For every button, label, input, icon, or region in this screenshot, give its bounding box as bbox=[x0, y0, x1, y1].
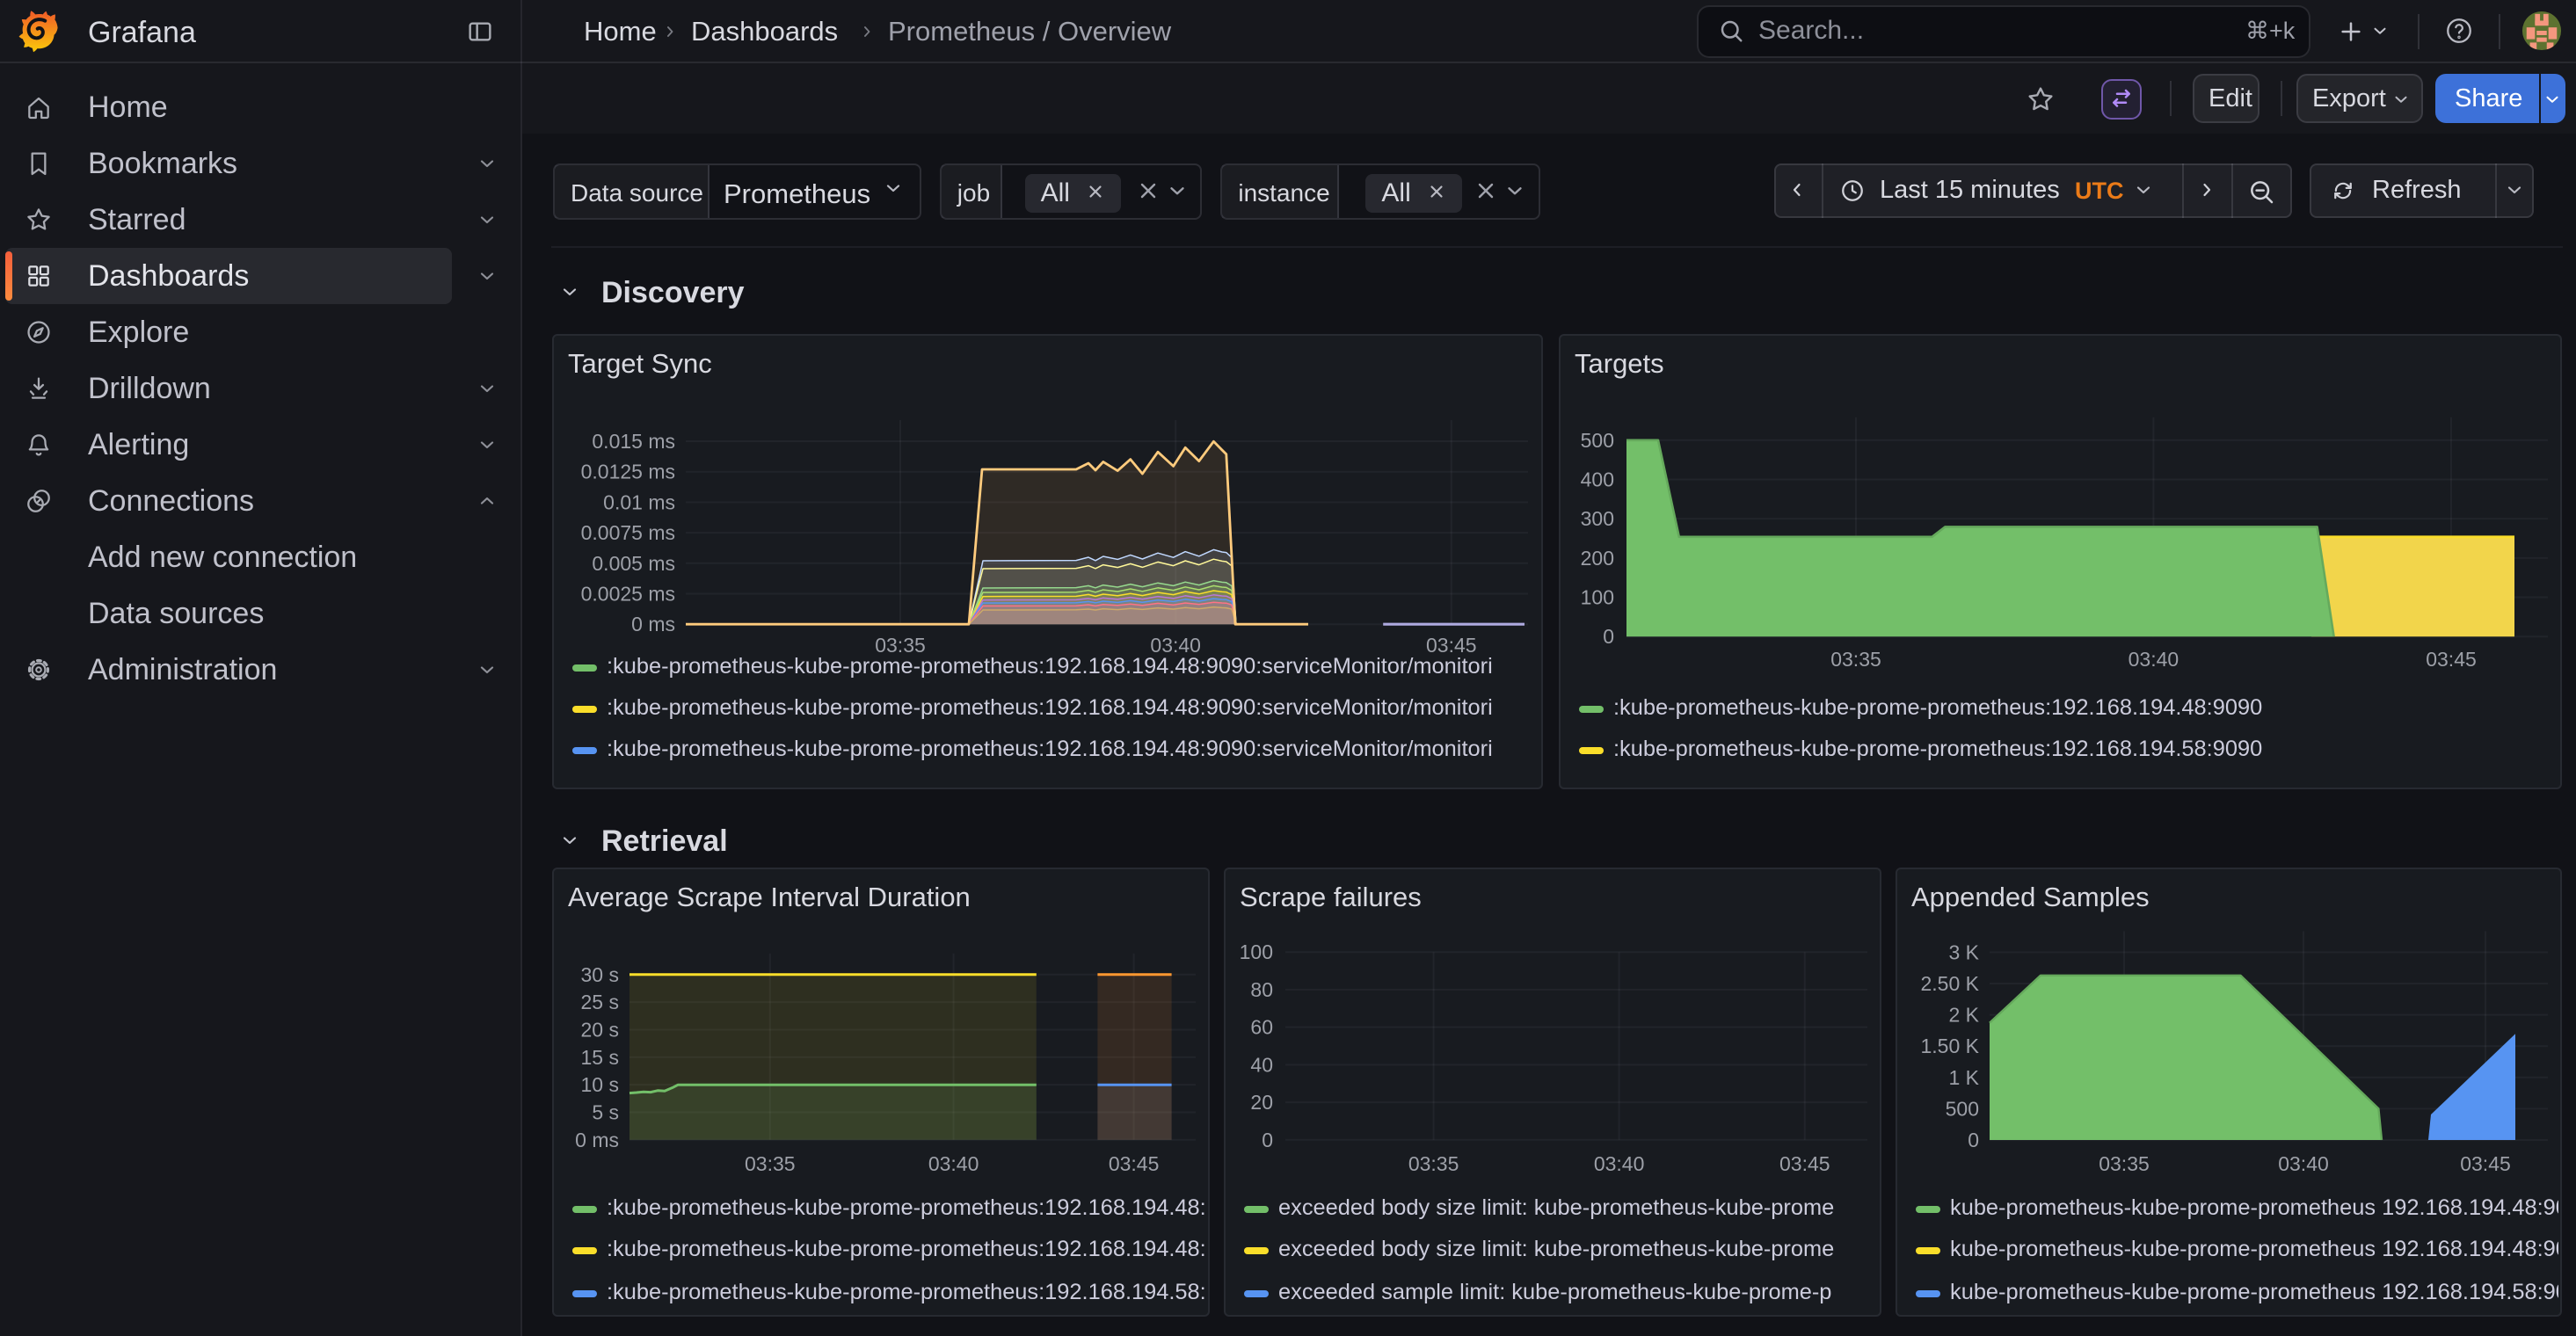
svg-text:60: 60 bbox=[1250, 1016, 1273, 1039]
svg-text:20: 20 bbox=[1250, 1091, 1273, 1114]
svg-text:1.50 K: 1.50 K bbox=[1921, 1035, 1980, 1057]
svg-text:0: 0 bbox=[1262, 1129, 1273, 1151]
svg-text:15 s: 15 s bbox=[581, 1046, 619, 1069]
svg-text:03:35: 03:35 bbox=[875, 634, 926, 657]
svg-text:0.01 ms: 0.01 ms bbox=[603, 490, 675, 513]
svg-text:03:45: 03:45 bbox=[1779, 1152, 1830, 1175]
svg-text:0: 0 bbox=[1968, 1129, 1979, 1151]
svg-text:03:45: 03:45 bbox=[2426, 648, 2477, 671]
svg-text:0 ms: 0 ms bbox=[575, 1129, 619, 1151]
svg-text:30 s: 30 s bbox=[581, 963, 619, 986]
svg-text:03:45: 03:45 bbox=[1109, 1152, 1160, 1175]
svg-text:03:40: 03:40 bbox=[2128, 648, 2179, 671]
svg-text:0.0075 ms: 0.0075 ms bbox=[581, 521, 675, 544]
svg-text:5 s: 5 s bbox=[592, 1100, 619, 1123]
svg-text:25 s: 25 s bbox=[581, 991, 619, 1013]
svg-text:3 K: 3 K bbox=[1948, 940, 1979, 963]
svg-text:03:40: 03:40 bbox=[2278, 1152, 2329, 1175]
svg-text:0 ms: 0 ms bbox=[631, 613, 675, 635]
svg-text:2.50 K: 2.50 K bbox=[1921, 972, 1980, 995]
svg-text:03:40: 03:40 bbox=[1150, 634, 1201, 657]
svg-text:2 K: 2 K bbox=[1948, 1004, 1979, 1027]
svg-text:03:40: 03:40 bbox=[1594, 1152, 1645, 1175]
svg-text:0.005 ms: 0.005 ms bbox=[592, 552, 675, 575]
svg-text:03:40: 03:40 bbox=[928, 1152, 979, 1175]
svg-text:0.0125 ms: 0.0125 ms bbox=[581, 461, 675, 483]
svg-text:0: 0 bbox=[1603, 625, 1614, 648]
svg-text:1 K: 1 K bbox=[1948, 1066, 1979, 1089]
svg-text:03:45: 03:45 bbox=[1426, 634, 1477, 657]
svg-text:100: 100 bbox=[1240, 940, 1273, 963]
svg-text:0.0025 ms: 0.0025 ms bbox=[581, 583, 675, 606]
svg-text:500: 500 bbox=[1581, 429, 1614, 452]
svg-text:300: 300 bbox=[1581, 507, 1614, 530]
svg-text:10 s: 10 s bbox=[581, 1073, 619, 1096]
svg-text:03:35: 03:35 bbox=[1408, 1152, 1459, 1175]
svg-text:0.015 ms: 0.015 ms bbox=[592, 430, 675, 453]
svg-text:03:35: 03:35 bbox=[1830, 648, 1881, 671]
svg-text:03:35: 03:35 bbox=[2099, 1152, 2150, 1175]
svg-text:500: 500 bbox=[1946, 1097, 1979, 1120]
svg-text:400: 400 bbox=[1581, 468, 1614, 490]
svg-text:200: 200 bbox=[1581, 547, 1614, 570]
svg-text:80: 80 bbox=[1250, 978, 1273, 1001]
svg-text:20 s: 20 s bbox=[581, 1018, 619, 1041]
svg-text:03:45: 03:45 bbox=[2460, 1152, 2511, 1175]
svg-text:03:35: 03:35 bbox=[745, 1152, 796, 1175]
svg-text:100: 100 bbox=[1581, 586, 1614, 609]
svg-text:40: 40 bbox=[1250, 1053, 1273, 1076]
